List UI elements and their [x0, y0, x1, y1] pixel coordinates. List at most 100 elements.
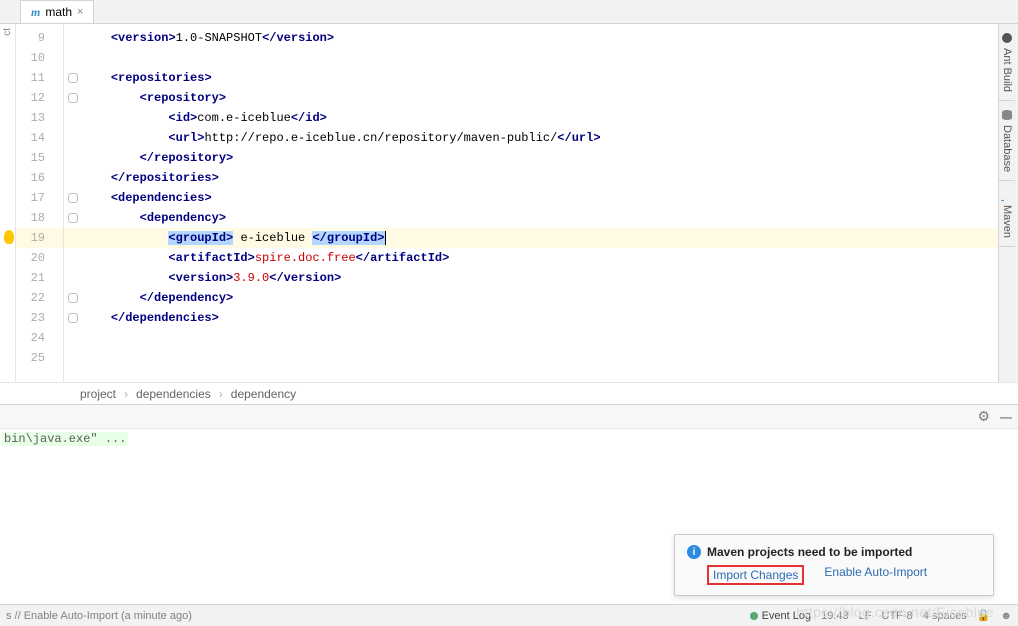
- maven-file-icon: m: [31, 5, 40, 20]
- code-line[interactable]: <version>3.9.0</version>: [82, 268, 1018, 288]
- code-line[interactable]: <repositories>: [82, 68, 1018, 88]
- status-time: 19:43: [821, 610, 849, 622]
- database-icon: [1001, 109, 1013, 121]
- svg-text:m: m: [1001, 199, 1008, 201]
- enable-auto-import-link[interactable]: Enable Auto-Import: [824, 565, 927, 585]
- line-number[interactable]: 12: [16, 88, 63, 108]
- maven-import-notification: i Maven projects need to be imported Imp…: [674, 534, 994, 596]
- lock-icon[interactable]: 🔓: [977, 609, 991, 622]
- status-line-sep[interactable]: LF: [859, 610, 872, 622]
- fold-handle[interactable]: [64, 148, 82, 168]
- code-line[interactable]: <dependencies>: [82, 188, 1018, 208]
- code-line[interactable]: <artifactId>spire.doc.free</artifactId>: [82, 248, 1018, 268]
- fold-handle[interactable]: [64, 168, 82, 188]
- fold-handle[interactable]: [64, 188, 82, 208]
- line-number[interactable]: 9: [16, 28, 63, 48]
- breadcrumb-item[interactable]: dependencies: [136, 387, 211, 401]
- code-line[interactable]: </dependency>: [82, 288, 1018, 308]
- line-number[interactable]: 23: [16, 308, 63, 328]
- line-number[interactable]: 14: [16, 128, 63, 148]
- line-number[interactable]: 11: [16, 68, 63, 88]
- hector-icon[interactable]: ☻: [1000, 610, 1012, 622]
- event-log-button[interactable]: Event Log: [750, 610, 812, 622]
- notification-header: i Maven projects need to be imported: [687, 545, 981, 559]
- line-number[interactable]: 19: [16, 228, 63, 248]
- line-number[interactable]: 18: [16, 208, 63, 228]
- fold-handle[interactable]: [64, 28, 82, 48]
- notification-title: Maven projects need to be imported: [707, 545, 912, 559]
- line-number[interactable]: 16: [16, 168, 63, 188]
- line-number[interactable]: 15: [16, 148, 63, 168]
- code-line[interactable]: </dependencies>: [82, 308, 1018, 328]
- editor-area: ct 910111213141516171819202122232425 <ve…: [0, 24, 1018, 382]
- fold-handle[interactable]: [64, 308, 82, 328]
- fold-handle[interactable]: [64, 228, 82, 248]
- line-number[interactable]: 25: [16, 348, 63, 368]
- chevron-right-icon: ›: [219, 387, 223, 401]
- status-message: s // Enable Auto-Import (a minute ago): [6, 610, 192, 622]
- code-line[interactable]: <repository>: [82, 88, 1018, 108]
- tab-label: math: [45, 5, 72, 19]
- tool-ant-build[interactable]: Ant Build: [999, 24, 1015, 101]
- fold-handle[interactable]: [64, 288, 82, 308]
- code-line[interactable]: <groupId> e-iceblue </groupId>: [82, 228, 1018, 248]
- breadcrumb-item[interactable]: project: [80, 387, 116, 401]
- line-number[interactable]: 13: [16, 108, 63, 128]
- strip-label: ct: [2, 28, 13, 36]
- line-number[interactable]: 24: [16, 328, 63, 348]
- code-line[interactable]: [82, 48, 1018, 68]
- code-line[interactable]: <url>http://repo.e-iceblue.cn/repository…: [82, 128, 1018, 148]
- console-toolbar: ⚙ —: [0, 404, 1018, 428]
- code-editor[interactable]: <version>1.0-SNAPSHOT</version> <reposit…: [82, 24, 1018, 382]
- fold-column[interactable]: [64, 24, 82, 382]
- event-log-label: Event Log: [762, 610, 812, 622]
- fold-handle[interactable]: [64, 208, 82, 228]
- notification-links: Import Changes Enable Auto-Import: [687, 565, 981, 585]
- chevron-right-icon: ›: [124, 387, 128, 401]
- code-line[interactable]: <id>com.e-iceblue</id>: [82, 108, 1018, 128]
- line-number-gutter[interactable]: 910111213141516171819202122232425: [16, 24, 64, 382]
- tool-label: Maven: [1001, 205, 1013, 238]
- code-line[interactable]: <dependency>: [82, 208, 1018, 228]
- line-number[interactable]: 10: [16, 48, 63, 68]
- line-number[interactable]: 22: [16, 288, 63, 308]
- console-line: bin\java.exe" ...: [2, 432, 128, 446]
- fold-handle[interactable]: [64, 328, 82, 348]
- tool-maven[interactable]: m Maven: [999, 181, 1015, 247]
- fold-handle[interactable]: [64, 348, 82, 368]
- fold-handle[interactable]: [64, 268, 82, 288]
- info-icon: i: [687, 545, 701, 559]
- tool-database[interactable]: Database: [999, 101, 1015, 181]
- event-dot-icon: [750, 612, 758, 620]
- line-number[interactable]: 17: [16, 188, 63, 208]
- fold-handle[interactable]: [64, 108, 82, 128]
- editor-tab-bar: m math ×: [0, 0, 1018, 24]
- status-bar: s // Enable Auto-Import (a minute ago) E…: [0, 604, 1018, 626]
- left-tool-strip[interactable]: ct: [0, 24, 16, 382]
- intention-bulb-icon[interactable]: [4, 230, 14, 244]
- tool-label: Database: [1001, 125, 1013, 172]
- code-line[interactable]: </repository>: [82, 148, 1018, 168]
- minimize-icon[interactable]: —: [1000, 410, 1012, 424]
- tool-label: Ant Build: [1001, 48, 1013, 92]
- breadcrumb: project › dependencies › dependency: [0, 382, 1018, 404]
- code-line[interactable]: [82, 328, 1018, 348]
- fold-handle[interactable]: [64, 68, 82, 88]
- fold-handle[interactable]: [64, 88, 82, 108]
- line-number[interactable]: 20: [16, 248, 63, 268]
- status-indent[interactable]: 4 spaces: [923, 610, 967, 622]
- code-line[interactable]: <version>1.0-SNAPSHOT</version>: [82, 28, 1018, 48]
- code-line[interactable]: [82, 348, 1018, 368]
- fold-handle[interactable]: [64, 248, 82, 268]
- import-changes-link[interactable]: Import Changes: [707, 565, 804, 585]
- close-icon[interactable]: ×: [77, 6, 83, 18]
- ant-icon: [1001, 32, 1013, 44]
- tab-math[interactable]: m math ×: [20, 0, 94, 23]
- status-encoding[interactable]: UTF-8: [882, 610, 913, 622]
- code-line[interactable]: </repositories>: [82, 168, 1018, 188]
- gear-icon[interactable]: ⚙: [977, 408, 990, 425]
- fold-handle[interactable]: [64, 128, 82, 148]
- breadcrumb-item[interactable]: dependency: [231, 387, 296, 401]
- line-number[interactable]: 21: [16, 268, 63, 288]
- fold-handle[interactable]: [64, 48, 82, 68]
